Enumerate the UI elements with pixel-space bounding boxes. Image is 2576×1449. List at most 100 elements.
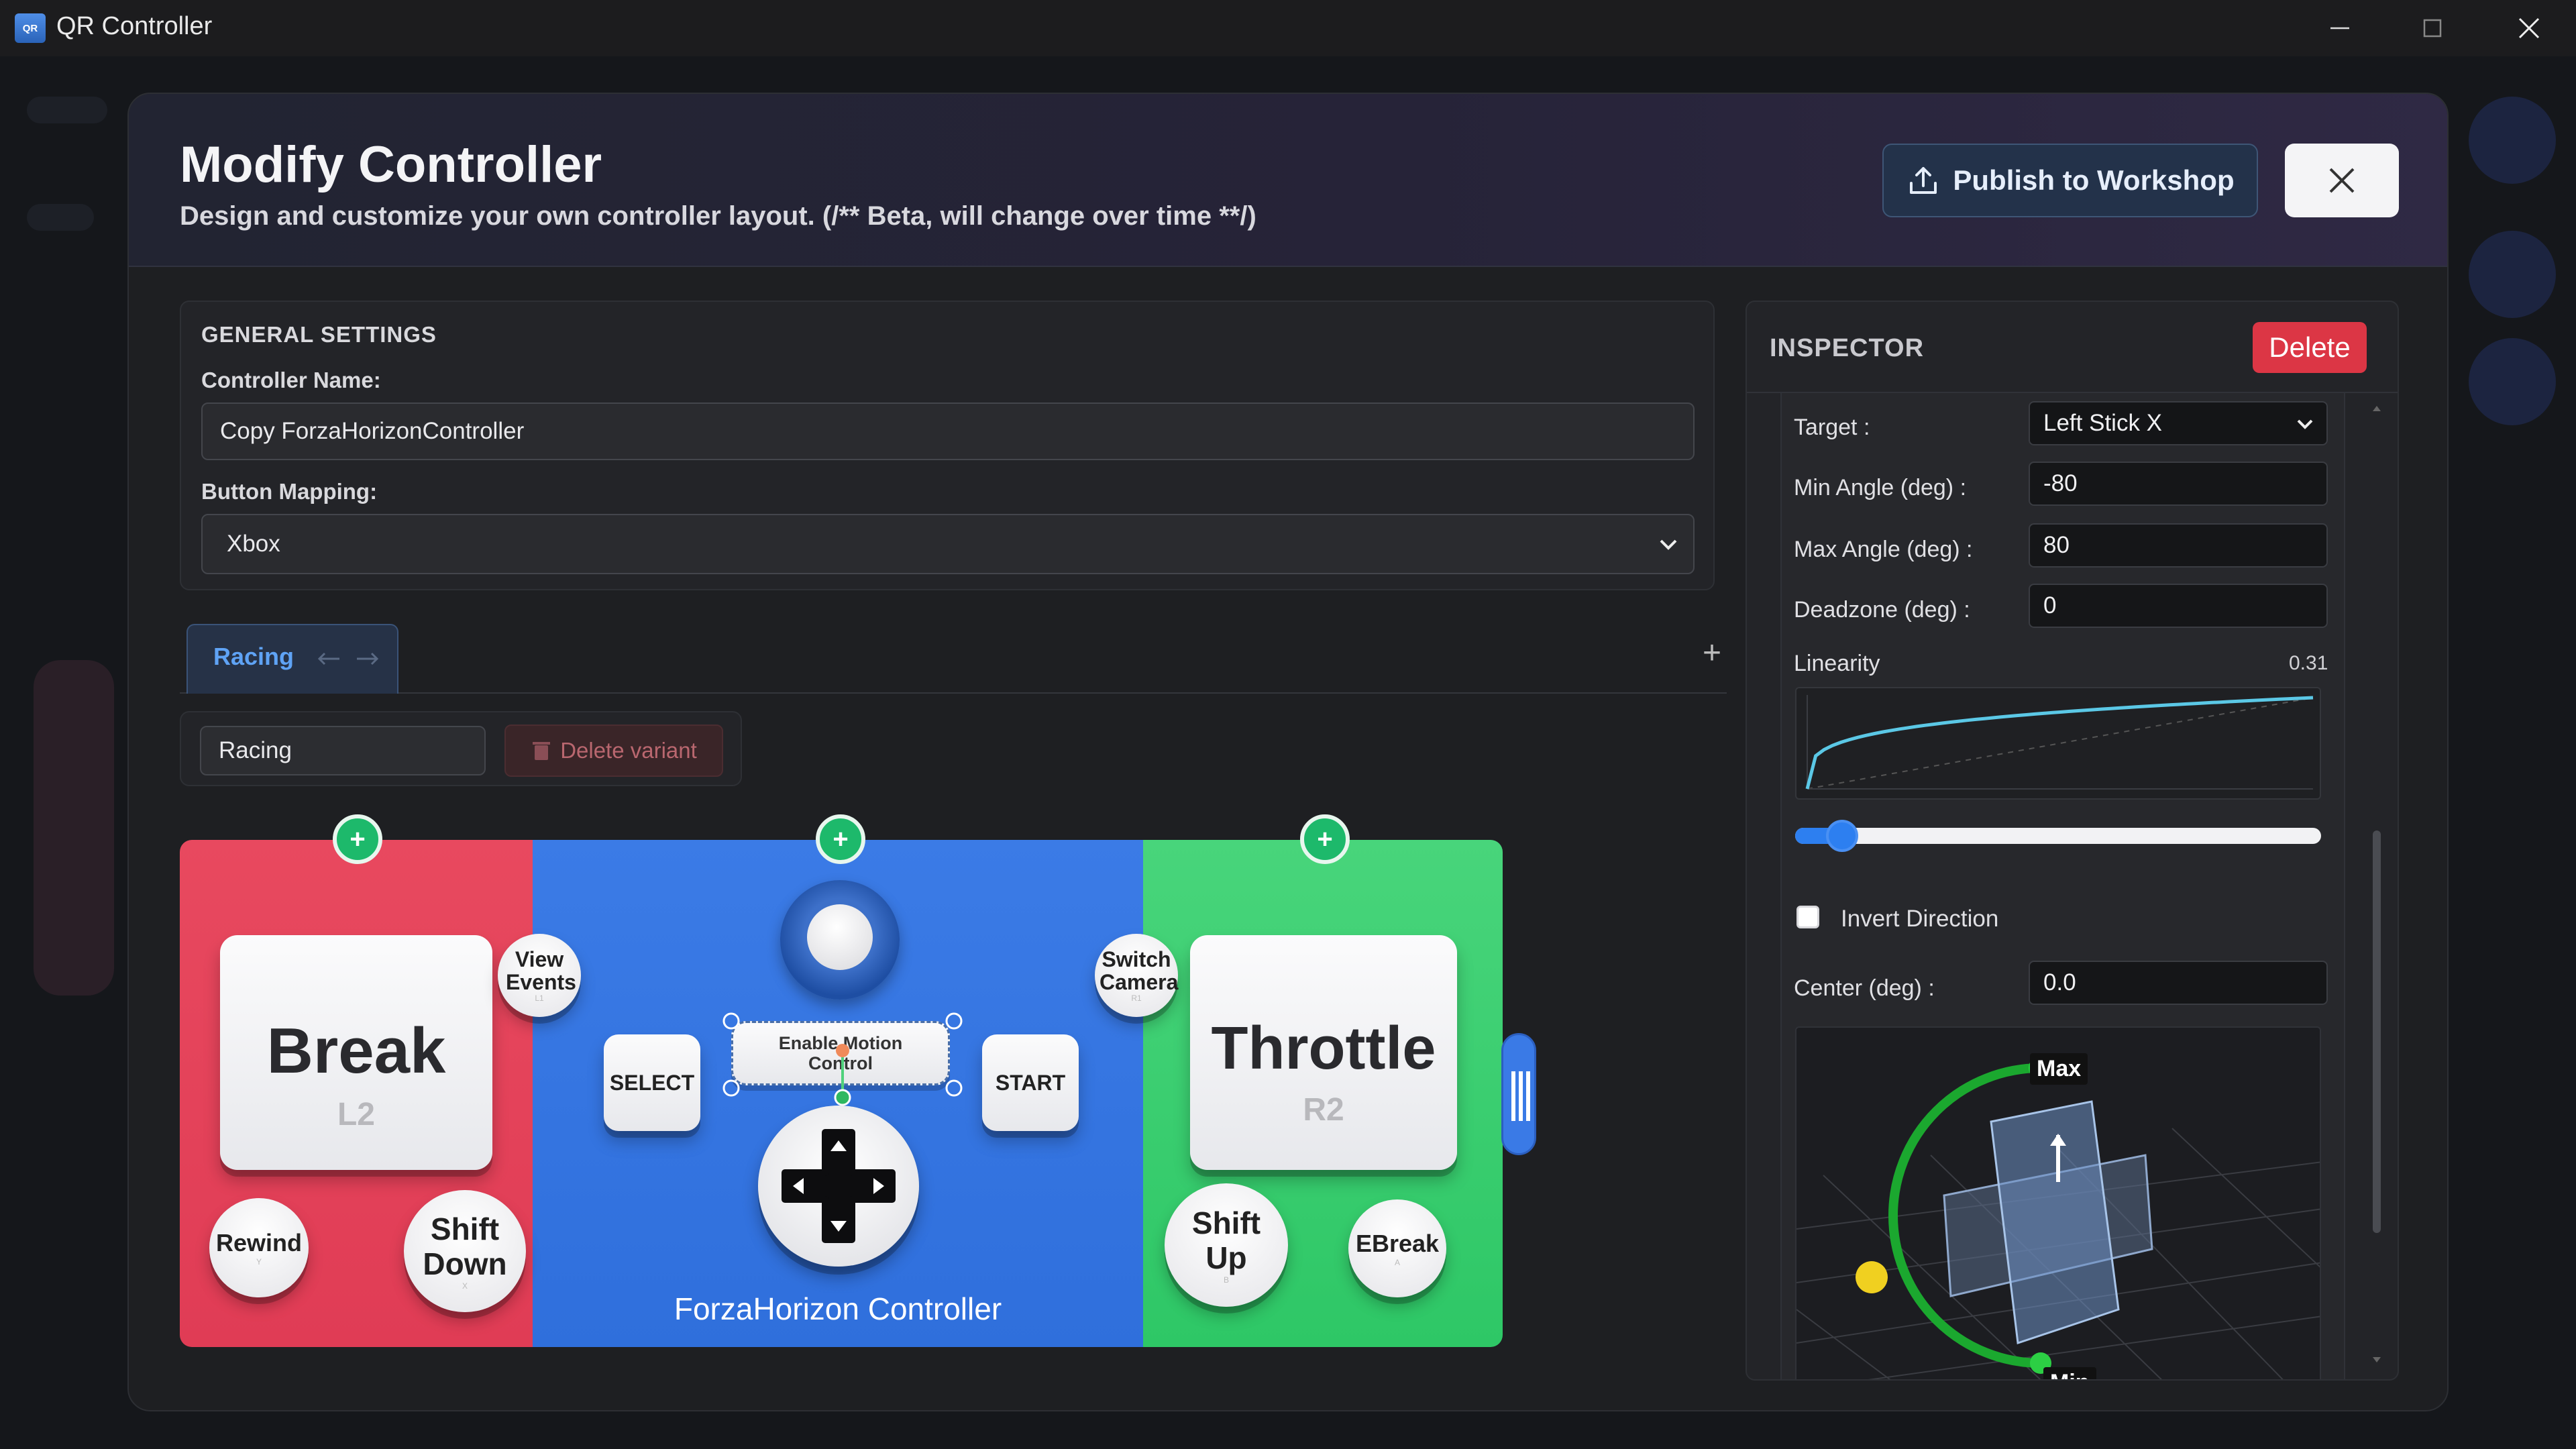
max-angle-input[interactable]: 80 (2029, 523, 2328, 568)
invert-direction-label: Invert Direction (1841, 906, 1999, 932)
upload-icon (1910, 167, 1937, 194)
dpad[interactable] (758, 1106, 919, 1267)
select-button[interactable]: SELECT (604, 1034, 700, 1131)
inspector-delete-button[interactable]: Delete (2253, 322, 2367, 373)
window-title: QR Controller (56, 12, 213, 40)
resize-handle[interactable] (1501, 1033, 1536, 1155)
controller-name-caption: ForzaHorizon Controller (674, 1291, 1002, 1326)
variant-tabs: Racing + (180, 617, 1727, 694)
scrollbar-thumb[interactable] (2373, 830, 2381, 1233)
viz-min-label: Min (2043, 1367, 2096, 1379)
add-left-button[interactable]: + (333, 814, 382, 864)
minimize-icon (2330, 27, 2349, 30)
window-titlebar: QR QR Controller (0, 0, 2576, 56)
modify-controller-dialog: Modify Controller Design and customize y… (127, 93, 2449, 1411)
arrow-right-icon[interactable] (354, 651, 381, 667)
variant-name-input[interactable]: Racing (200, 726, 486, 775)
tab-racing-label: Racing (213, 643, 294, 670)
linearity-curve (1795, 687, 2321, 800)
linearity-curve-graph (1805, 695, 2314, 790)
add-right-button[interactable]: + (1300, 814, 1350, 864)
app-icon-text: QR (22, 22, 38, 34)
window-close-button[interactable] (2482, 0, 2576, 56)
inspector-delete-label: Delete (2269, 331, 2351, 363)
motion-visualizer: Max Min (1795, 1026, 2321, 1379)
variant-panel: Racing Delete variant (180, 711, 742, 786)
dialog-title: Modify Controller (180, 136, 602, 193)
dialog-header: Modify Controller Design and customize y… (129, 94, 2447, 267)
minimize-button[interactable] (2293, 0, 2387, 56)
add-tab-button[interactable]: + (1703, 635, 1721, 672)
inspector-panel: INSPECTOR Delete Target : Left Stick X M… (1746, 301, 2399, 1381)
invert-direction-checkbox[interactable] (1796, 906, 1819, 928)
rewind-button[interactable]: Rewind Y (209, 1198, 309, 1297)
add-center-button[interactable]: + (816, 814, 865, 864)
inspector-header: INSPECTOR Delete (1747, 302, 2398, 393)
view-events-button[interactable]: View Events L1 (498, 934, 581, 1017)
tab-racing[interactable]: Racing (186, 624, 398, 694)
maximize-icon (2423, 19, 2442, 38)
break-button[interactable]: Break L2 (220, 935, 492, 1170)
shift-up-label: Shift Up (1191, 1205, 1261, 1275)
maximize-button[interactable] (2385, 0, 2479, 56)
dialog-subtitle: Design and customize your own controller… (180, 201, 1256, 231)
rewind-sub: Y (256, 1257, 262, 1267)
center-label: Center (deg) : (1794, 975, 1935, 1001)
start-label: START (995, 1070, 1066, 1095)
target-label: Target : (1794, 415, 1870, 440)
arrow-left-icon[interactable] (315, 651, 342, 667)
throttle-button[interactable]: Throttle R2 (1190, 935, 1457, 1170)
button-mapping-label: Button Mapping: (201, 479, 378, 504)
linearity-value: 0.31 (2289, 652, 2328, 674)
general-settings-panel: GENERAL SETTINGS Controller Name: Copy F… (180, 301, 1715, 590)
publish-to-workshop-button[interactable]: Publish to Workshop (1882, 144, 2258, 217)
delete-variant-label: Delete variant (560, 738, 697, 763)
app-icon: QR (15, 13, 46, 43)
delete-variant-button[interactable]: Delete variant (504, 724, 723, 777)
inspector-heading: INSPECTOR (1770, 334, 1925, 362)
view-events-sub: L1 (535, 994, 544, 1003)
target-select[interactable]: Left Stick X (2029, 401, 2328, 445)
shift-down-label: Shift Down (423, 1212, 507, 1281)
max-angle-label: Max Angle (deg) : (1794, 537, 1973, 562)
linearity-slider-thumb[interactable] (1825, 820, 1858, 852)
controller-name-value: Copy ForzaHorizonController (220, 418, 525, 444)
shift-up-button[interactable]: Shift Up B (1165, 1183, 1288, 1307)
break-sub: L2 (337, 1097, 375, 1132)
linearity-slider[interactable] (1795, 820, 2321, 852)
viz-max-label: Max (2030, 1053, 2088, 1085)
shift-up-sub: B (1223, 1275, 1229, 1285)
scroll-up-icon[interactable] (2369, 401, 2384, 416)
trash-icon (533, 742, 551, 760)
deadzone-label: Deadzone (deg) : (1794, 597, 1970, 623)
break-label: Break (266, 1015, 446, 1087)
deadzone-input[interactable]: 0 (2029, 584, 2328, 628)
switch-camera-label: Switch Camera (1099, 947, 1179, 994)
start-button[interactable]: START (982, 1034, 1079, 1131)
window-close-icon (2518, 17, 2540, 39)
shift-down-button[interactable]: Shift Down X (404, 1190, 526, 1312)
controller-name-input[interactable]: Copy ForzaHorizonController (201, 402, 1695, 460)
dialog-close-button[interactable] (2285, 144, 2399, 217)
button-mapping-value: Xbox (227, 531, 280, 557)
button-mapping-select[interactable]: Xbox (201, 514, 1695, 574)
select-label: SELECT (609, 1070, 695, 1095)
min-angle-value: -80 (2043, 470, 2078, 496)
controller-name-label: Controller Name: (201, 368, 381, 392)
switch-camera-sub: R1 (1131, 994, 1142, 1003)
target-value: Left Stick X (2043, 410, 2163, 436)
inspector-scrollbar[interactable] (2369, 401, 2384, 1367)
min-angle-input[interactable]: -80 (2029, 462, 2328, 506)
analog-stick-cap (807, 904, 873, 970)
view-events-label: View Events (506, 947, 576, 994)
scroll-down-icon[interactable] (2369, 1352, 2384, 1367)
close-icon (2329, 168, 2355, 193)
switch-camera-button[interactable]: Switch Camera R1 (1095, 934, 1178, 1017)
center-input[interactable]: 0.0 (2029, 961, 2328, 1005)
throttle-sub: R2 (1303, 1092, 1344, 1128)
center-value: 0.0 (2043, 969, 2076, 996)
ebreak-button[interactable]: EBreak A (1348, 1199, 1446, 1297)
linearity-label: Linearity (1794, 651, 1880, 676)
min-angle-label: Min Angle (deg) : (1794, 475, 1967, 500)
analog-stick[interactable] (780, 880, 900, 1000)
